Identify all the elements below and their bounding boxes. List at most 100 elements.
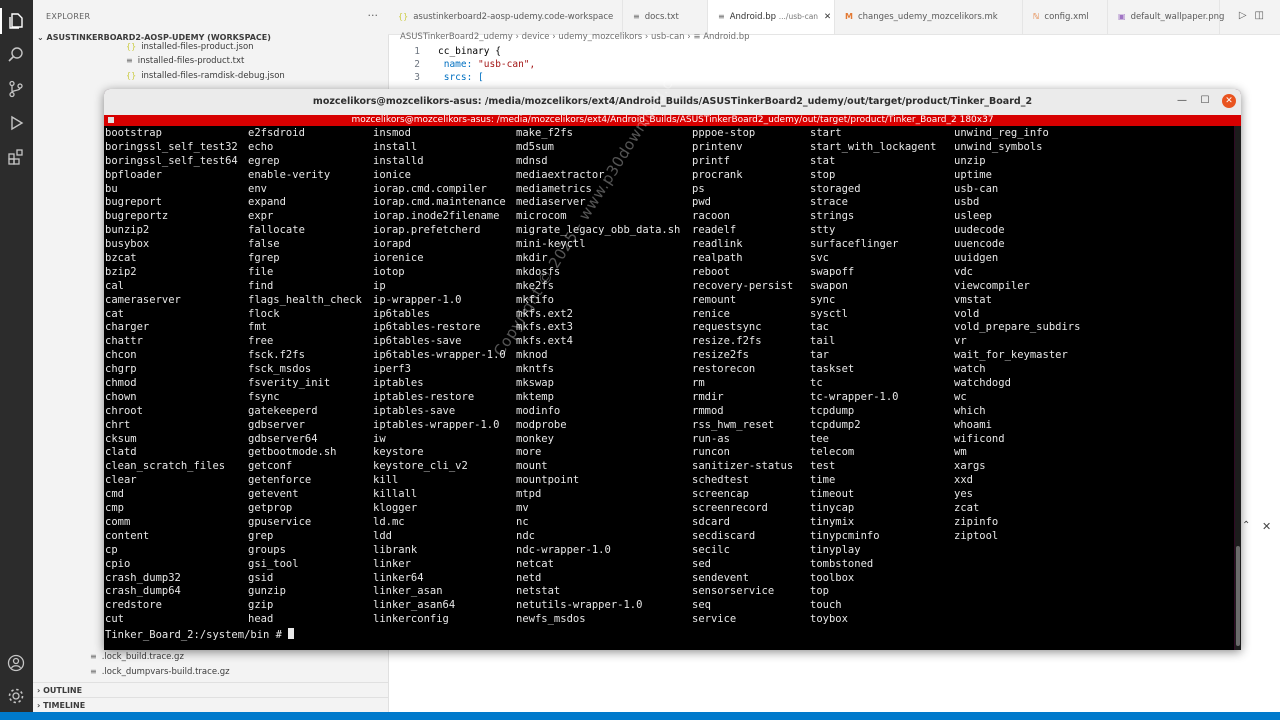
- ls-entry: timeout: [810, 488, 855, 501]
- ls-entry: iw: [373, 432, 386, 445]
- ls-entry: cmd: [105, 488, 124, 501]
- ls-entry: stop: [810, 168, 836, 181]
- ls-entry: ip6tables-save: [373, 335, 462, 348]
- maximize-icon[interactable]: ☐: [1198, 94, 1212, 108]
- tree-file[interactable]: {} installed-files-ramdisk-debug.json: [126, 71, 285, 81]
- tree-file[interactable]: ≡ .lock_build.trace.gz: [90, 652, 184, 662]
- file-name: installed-files-product.txt: [137, 56, 245, 66]
- line-number: 2: [414, 59, 420, 70]
- ls-entry: schedtest: [692, 474, 749, 487]
- close-window-icon[interactable]: ✕: [1222, 94, 1236, 108]
- timeline-section[interactable]: › TIMELINE: [37, 701, 85, 710]
- more-actions-icon[interactable]: ···: [368, 9, 379, 22]
- code-line: 1 cc_binary {: [400, 45, 535, 58]
- ls-entry: tcpdump2: [810, 418, 861, 431]
- extensions-icon[interactable]: [7, 148, 25, 166]
- ls-entry: tar: [810, 349, 829, 362]
- ls-entry: unzip: [954, 154, 986, 167]
- terminal-titlebar[interactable]: mozcelikors@mozcelikors-asus: /media/moz…: [104, 89, 1241, 116]
- tab-workspace[interactable]: {} asustinkerboard2-aosp-udemy.code-works…: [388, 0, 623, 34]
- ls-entry: tinycap: [810, 502, 855, 515]
- settings-gear-icon[interactable]: [7, 687, 25, 705]
- ls-entry: ip6tables-wrapper-1.0: [373, 349, 506, 362]
- ls-entry: ionice: [373, 168, 411, 181]
- tab-label: changes_udemy_mozcelikors.mk: [857, 12, 998, 22]
- activity-bar: [0, 0, 33, 712]
- ls-entry: flock: [248, 307, 280, 320]
- tab-android-bp[interactable]: ≡ Android.bp .../usb-can ✕: [708, 0, 835, 34]
- ls-entry: iptables-save: [373, 404, 456, 417]
- terminal-scrollbar[interactable]: [1235, 126, 1241, 650]
- tab-changes-mk[interactable]: Mchanges_udemy_mozcelikors.mk: [835, 0, 1023, 34]
- ls-entry: tee: [810, 432, 829, 445]
- ls-entry: iorap.prefetcherd: [373, 224, 481, 237]
- ls-entry: md5sum: [516, 140, 554, 153]
- scrollbar-thumb[interactable]: [1236, 546, 1240, 646]
- tab-docs[interactable]: ≡ docs.txt: [623, 0, 708, 34]
- ls-entry: wait_for_keymaster: [954, 349, 1068, 362]
- run-debug-icon[interactable]: [7, 114, 25, 132]
- terminal-body[interactable]: Tinker_Board_2:/system/bin # bootstrap bo…: [104, 126, 1234, 650]
- ls-entry: keystore: [373, 446, 424, 459]
- ls-entry: chgrp: [105, 363, 137, 376]
- close-icon[interactable]: ✕: [824, 12, 831, 22]
- ls-column: unwind_reg_info unwind_symbols unzip uptime…: [954, 127, 1080, 544]
- tree-file[interactable]: ≡ .lock_dumpvars-build.trace.gz: [90, 667, 230, 677]
- breadcrumb[interactable]: ASUSTinkerBoard2_udemy › device › udemy_…: [400, 32, 750, 42]
- ls-entry: enable-verity: [248, 168, 331, 181]
- source-control-icon[interactable]: [7, 80, 25, 98]
- ls-entry: xargs: [954, 460, 986, 473]
- workspace-title[interactable]: ⌄ ASUSTINKERBOARD2-AOSP-UDEMY (WORKSPACE…: [37, 33, 271, 42]
- ls-entry: mount: [516, 460, 548, 473]
- tab-wallpaper[interactable]: ▣ default_wallpaper.png: [1108, 0, 1224, 34]
- code-text: cc_binary {: [438, 46, 501, 57]
- minimize-icon[interactable]: —: [1175, 94, 1189, 108]
- search-icon[interactable]: [7, 46, 25, 64]
- chevron-up-icon[interactable]: ⌃: [1242, 520, 1250, 531]
- ls-entry: boringssl_self_test64: [105, 154, 238, 167]
- ls-entry: sensorservice: [692, 585, 775, 598]
- ls-entry: expr: [248, 210, 274, 223]
- account-icon[interactable]: [7, 654, 25, 672]
- ls-entry: sdcard: [692, 515, 730, 528]
- ls-entry: yes: [954, 488, 973, 501]
- ls-entry: secdiscard: [692, 529, 756, 542]
- close-icon[interactable]: ✕: [1262, 520, 1271, 533]
- workspace-name: ASUSTINKERBOARD2-AOSP-UDEMY (WORKSPACE): [46, 33, 271, 42]
- ls-entry: svc: [810, 252, 829, 265]
- status-bar: [0, 712, 1280, 720]
- tree-file[interactable]: {} installed-files-product.json: [126, 42, 254, 52]
- ls-entry: sync: [810, 293, 836, 306]
- ls-entry: whoami: [954, 418, 992, 431]
- editor-actions: ▷◫: [1239, 10, 1272, 21]
- ls-entry: chcon: [105, 349, 137, 362]
- tab-config-xml[interactable]: ℕconfig.xml: [1023, 0, 1108, 34]
- ls-entry: chown: [105, 390, 137, 403]
- ls-entry: chmod: [105, 377, 137, 390]
- ls-entry: nc: [516, 515, 529, 528]
- tree-file[interactable]: ≡ installed-files-product.txt: [126, 56, 244, 66]
- run-icon[interactable]: ▷: [1239, 10, 1255, 21]
- split-editor-icon[interactable]: ◫: [1255, 10, 1272, 21]
- ls-entry: chrt: [105, 418, 131, 431]
- ls-entry: tinyplay: [810, 543, 861, 556]
- ls-entry: bugreport: [105, 196, 162, 209]
- editor-tabs: {} asustinkerboard2-aosp-udemy.code-works…: [388, 0, 1280, 35]
- ls-entry: linker_asan64: [373, 599, 456, 612]
- ls-entry: cat: [105, 307, 124, 320]
- ls-entry: vmstat: [954, 293, 992, 306]
- prompt-text: Tinker_Board_2:/system/bin #: [105, 629, 289, 641]
- ls-entry: usbd: [954, 196, 980, 209]
- ls-column: e2fsdroid echo egrep enable-verity env expand…: [248, 127, 362, 627]
- files-icon[interactable]: [7, 12, 25, 30]
- tab-path: .../usb-can: [778, 12, 819, 21]
- ls-entry: swapoff: [810, 265, 855, 278]
- outline-section[interactable]: › OUTLINE: [37, 686, 82, 695]
- ls-entry: pppoe-stop: [692, 127, 756, 139]
- ls-entry: rmdir: [692, 390, 724, 403]
- ls-entry: iperf3: [373, 363, 411, 376]
- ls-entry: bzcat: [105, 252, 137, 265]
- code-editor[interactable]: 1 cc_binary { 2 name: "usb-can", 3 srcs: …: [400, 45, 535, 84]
- code-string: "usb-can",: [478, 59, 536, 70]
- shell-prompt: Tinker_Board_2:/system/bin #: [105, 628, 295, 643]
